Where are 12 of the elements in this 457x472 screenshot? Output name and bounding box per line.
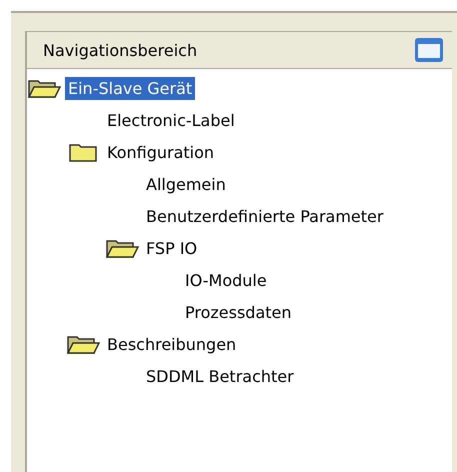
tree-item[interactable]: Konfiguration bbox=[104, 140, 218, 164]
tree-item[interactable]: IO-Module bbox=[182, 268, 270, 292]
tree-item[interactable]: Electronic-Label bbox=[104, 108, 238, 132]
window-icon[interactable] bbox=[414, 37, 444, 63]
tree-item[interactable]: Prozessdaten bbox=[182, 300, 295, 324]
tree-item[interactable]: Allgemein bbox=[143, 172, 229, 196]
tree-item[interactable]: Ein-Slave Gerät bbox=[65, 76, 196, 100]
tree-item[interactable]: FSP IO bbox=[143, 236, 200, 260]
tree-item[interactable]: Benutzerdefinierte Parameter bbox=[143, 204, 386, 228]
panel-title: Navigationsbereich bbox=[43, 40, 198, 60]
tree-item[interactable]: SDDML Betrachter bbox=[143, 364, 297, 388]
tree-item[interactable]: Beschreibungen bbox=[104, 332, 240, 356]
